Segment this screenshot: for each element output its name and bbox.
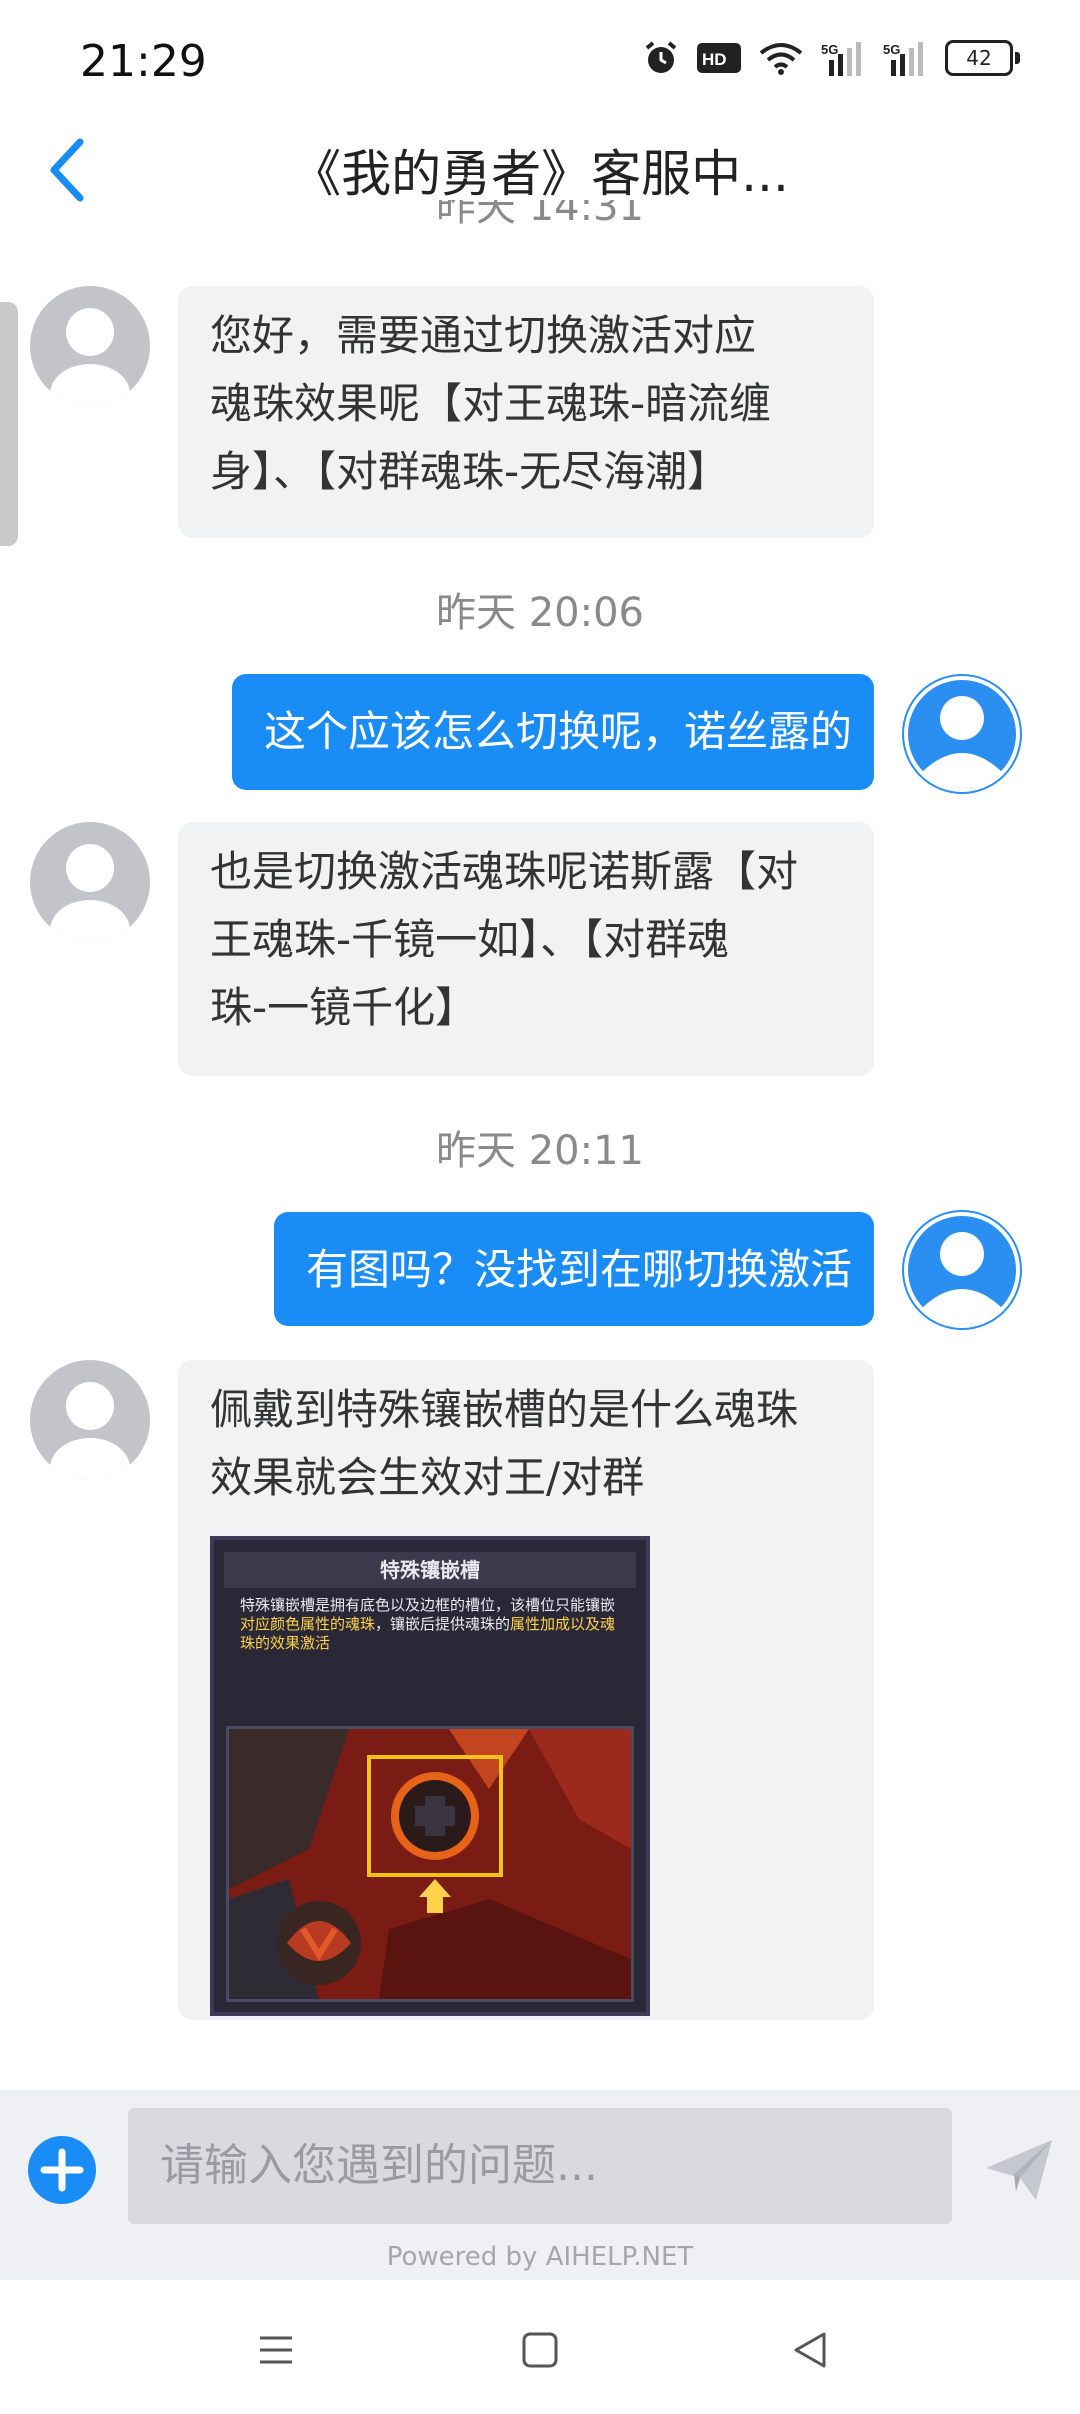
image-description: 特殊镶嵌槽是拥有底色以及边框的槽位，该槽位只能镶嵌对应颜色属性的魂珠，镶嵌后提供… (240, 1596, 616, 1652)
battery-icon: 42 (945, 40, 1020, 76)
send-icon (986, 2140, 1052, 2200)
plus-icon (40, 2148, 84, 2192)
user-message: 有图吗？没找到在哪切换激活 (274, 1212, 874, 1326)
battery-level: 42 (945, 40, 1013, 76)
image-panel-title: 特殊镶嵌槽 (224, 1552, 636, 1588)
game-scene (226, 1726, 634, 2002)
scroll-indicator[interactable] (0, 302, 18, 546)
person-icon (904, 676, 1020, 792)
timestamp: 昨天 20:11 (436, 1128, 644, 1174)
status-time: 21:29 (80, 36, 207, 87)
page-title: 《我的勇者》客服中... (291, 145, 789, 203)
timestamp: 昨天 14:31 (436, 200, 644, 230)
svg-text:5G: 5G (821, 42, 838, 57)
menu-icon (260, 2336, 292, 2364)
back-triangle-icon (794, 2332, 826, 2368)
hd-icon: HD (697, 43, 741, 73)
message-image[interactable]: 特殊镶嵌槽 特殊镶嵌槽是拥有底色以及边框的槽位，该槽位只能镶嵌对应颜色属性的魂珠… (210, 1536, 650, 2016)
person-icon (50, 844, 130, 942)
user-avatar (902, 674, 1022, 794)
user-message: 这个应该怎么切换呢，诺丝露的 (232, 674, 874, 790)
nav-menu-button[interactable] (246, 2320, 306, 2380)
person-icon (904, 1212, 1020, 1328)
agent-avatar (30, 286, 150, 406)
person-icon (50, 308, 130, 406)
game-artwork (229, 1729, 631, 1999)
user-avatar (902, 1210, 1022, 1330)
svg-text:5G: 5G (883, 42, 900, 57)
send-button[interactable] (980, 2130, 1060, 2210)
system-nav-bar (0, 2280, 1080, 2414)
timestamp: 昨天 20:06 (436, 590, 644, 636)
agent-avatar (30, 1360, 150, 1480)
nav-home-button[interactable] (510, 2320, 570, 2380)
signal-5g-icon: 5G (821, 42, 861, 76)
nav-back-button[interactable] (780, 2320, 840, 2380)
wifi-icon (759, 43, 803, 75)
home-square-icon (522, 2332, 558, 2368)
status-icons: HD 5G 5G 42 (643, 40, 1020, 76)
svg-text:HD: HD (702, 50, 727, 69)
message-input[interactable]: 请输入您遇到的问题... (128, 2108, 952, 2224)
agent-message: 也是切换激活魂珠呢诺斯露【对 王魂珠-千镜一如】、【对群魂 珠-一镜千化】 (178, 822, 874, 1076)
status-bar: 21:29 HD 5G 5G 42 (0, 0, 1080, 120)
powered-by: Powered by AIHELP.NET (386, 2242, 694, 2272)
person-icon (50, 1382, 130, 1480)
input-bar: 请输入您遇到的问题... Powered by AIHELP.NET (0, 2090, 1080, 2280)
signal-5g-icon: 5G (883, 42, 923, 76)
attach-button[interactable] (28, 2136, 96, 2204)
agent-avatar (30, 822, 150, 942)
agent-message: 您好，需要通过切换激活对应 魂珠效果呢【对王魂珠-暗流缠 身】、【对群魂珠-无尽… (178, 286, 874, 538)
alarm-icon (645, 41, 677, 73)
